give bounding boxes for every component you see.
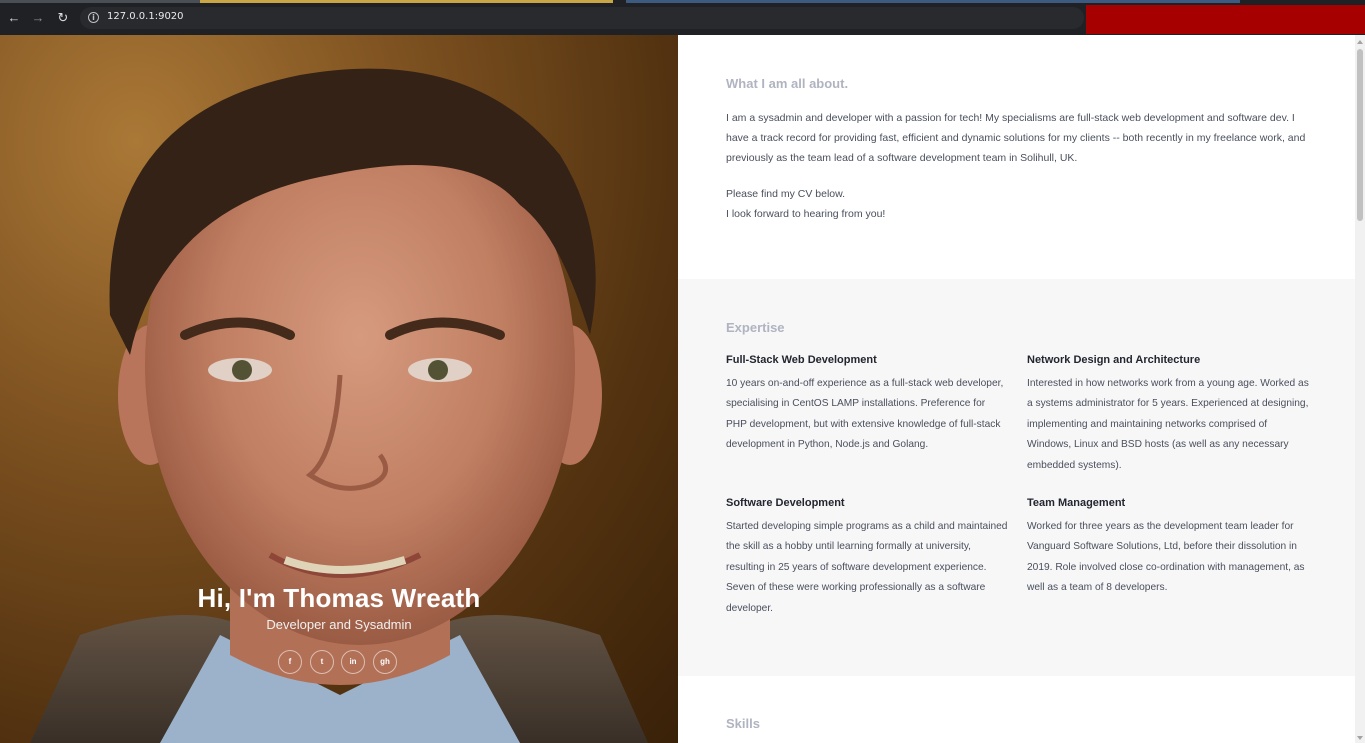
expertise-item-body: Started developing simple programs as a …: [726, 521, 1008, 614]
expertise-item-body: Interested in how networks work from a y…: [1027, 378, 1309, 471]
tab-strip-indicator: [0, 0, 613, 3]
about-paragraph: I am a sysadmin and developer with a pas…: [726, 112, 1306, 164]
site-info-icon[interactable]: i: [88, 12, 99, 23]
tab-strip-indicator-2: [626, 0, 1240, 3]
expertise-item-fullstack: Full-Stack Web Development 10 years on-a…: [726, 354, 1008, 456]
forward-arrow-icon[interactable]: →: [29, 9, 47, 27]
twitter-icon[interactable]: t: [310, 650, 334, 674]
expertise-item-software: Software Development Started developing …: [726, 497, 1008, 619]
expertise-item-team: Team Management Worked for three years a…: [1027, 497, 1309, 599]
facebook-icon[interactable]: f: [278, 650, 302, 674]
browser-toolbar: ← → ↻ i 127.0.0.1:9020: [0, 0, 1365, 35]
page-scrollbar[interactable]: [1355, 35, 1365, 743]
expertise-item-title: Software Development: [726, 497, 845, 509]
scrollbar-thumb[interactable]: [1357, 49, 1363, 221]
hero-role: Developer and Sysadmin: [266, 617, 412, 632]
expertise-title: Expertise: [726, 320, 785, 335]
expertise-item-title: Full-Stack Web Development: [726, 354, 877, 366]
social-links: f t in gh: [278, 650, 400, 674]
scroll-up-icon[interactable]: [1357, 40, 1363, 44]
reload-icon[interactable]: ↻: [54, 9, 72, 27]
about-closing-line: I look forward to hearing from you!: [726, 208, 886, 220]
expertise-item-title: Network Design and Architecture: [1027, 354, 1201, 366]
linkedin-icon[interactable]: in: [341, 650, 365, 674]
skills-title: Skills: [726, 716, 760, 731]
github-icon[interactable]: gh: [373, 650, 397, 674]
about-title: What I am all about.: [726, 76, 849, 91]
about-cv-line: Please find my CV below.: [726, 188, 846, 200]
hero-name: Hi, I'm Thomas Wreath: [197, 583, 481, 613]
expertise-item-title: Team Management: [1027, 497, 1126, 509]
extension-bar: [1086, 5, 1365, 34]
expertise-section: Expertise Full-Stack Web Development 10 …: [678, 279, 1355, 676]
address-url: 127.0.0.1:9020: [107, 11, 184, 22]
back-arrow-icon[interactable]: ←: [5, 9, 23, 27]
portrait-illustration: [0, 35, 678, 743]
expertise-item-body: Worked for three years as the developmen…: [1027, 521, 1305, 594]
scroll-down-icon[interactable]: [1357, 736, 1363, 740]
expertise-item-network: Network Design and Architecture Interest…: [1027, 354, 1309, 476]
hero-section: Hi, I'm Thomas Wreath Developer and Sysa…: [0, 35, 678, 743]
expertise-item-body: 10 years on-and-off experience as a full…: [726, 378, 1004, 451]
main-content: What I am all about. I am a sysadmin and…: [678, 35, 1355, 743]
address-bar[interactable]: i 127.0.0.1:9020: [80, 7, 1084, 29]
